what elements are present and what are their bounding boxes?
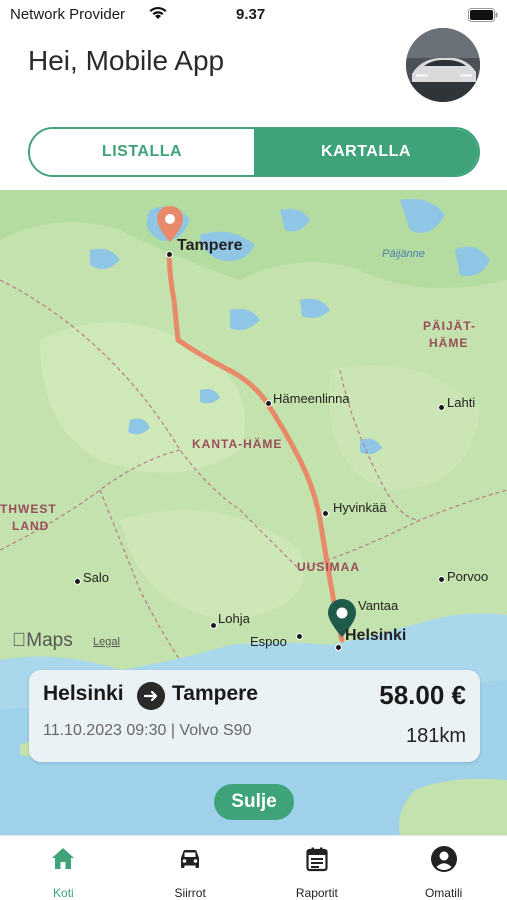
bottom-tab-bar: Koti Siirrot Raportit Omatili <box>0 835 507 900</box>
place-dot <box>74 578 81 585</box>
place-label: Hämeenlinna <box>273 391 350 406</box>
tab-account[interactable]: Omatili <box>380 836 507 900</box>
battery-icon <box>468 8 498 22</box>
place-label: Salo <box>83 570 110 585</box>
place-dot <box>265 400 272 407</box>
place-label: Espoo <box>250 634 287 649</box>
avatar[interactable] <box>406 28 480 102</box>
tab-label: Siirrot <box>174 886 206 900</box>
place-dot <box>296 633 303 640</box>
trip-distance: 181km <box>405 725 466 747</box>
tab-label: Omatili <box>424 886 463 900</box>
place-dot <box>438 404 445 411</box>
tab-map-view[interactable]: KARTALLA <box>254 129 478 175</box>
car-icon <box>181 850 200 868</box>
tab-label: Raportit <box>295 886 338 900</box>
place-label: Hyvinkää <box>333 500 387 515</box>
wifi-icon <box>149 6 167 19</box>
maps-attribution: Maps <box>12 630 73 651</box>
tab-reports[interactable]: Raportit <box>254 836 381 900</box>
place-label: Lahti <box>447 395 476 410</box>
greeting-title: Hei, Mobile App <box>28 45 225 76</box>
tab-home[interactable]: Koti <box>0 836 127 900</box>
trip-price: 58.00 € <box>379 680 466 710</box>
view-toggle: LISTALLA KARTALLA <box>28 127 480 177</box>
region-label: PÄIJÄT- <box>423 319 477 333</box>
place-dot <box>166 251 173 258</box>
region-label: UUSIMAA <box>297 560 360 574</box>
trip-origin: Helsinki <box>43 682 124 705</box>
tab-transfers[interactable]: Siirrot <box>127 836 254 900</box>
apple-icon:  <box>12 630 26 651</box>
account-icon <box>430 846 457 872</box>
place-dot <box>335 644 342 651</box>
place-label: Helsinki <box>345 627 407 644</box>
region-label: LAND <box>12 519 50 533</box>
place-label: Vantaa <box>358 598 399 613</box>
place-dot <box>322 510 329 517</box>
clock: 9.37 <box>236 6 266 23</box>
close-button[interactable]: Sulje <box>214 784 294 820</box>
lake-label: Päijänne <box>382 248 425 260</box>
report-icon <box>306 847 328 872</box>
place-dot <box>210 622 217 629</box>
home-icon <box>52 848 75 869</box>
region-label: THWEST <box>0 502 57 516</box>
legal-link[interactable]: Legal <box>93 636 120 648</box>
arrow-right-icon <box>137 682 165 710</box>
place-dot <box>438 576 445 583</box>
trip-card[interactable]: Helsinki Tampere 58.00 € 11.10.2023 09:3… <box>29 670 480 762</box>
tab-list-view[interactable]: LISTALLA <box>30 129 254 175</box>
tab-label: Koti <box>53 886 74 900</box>
trip-destination: Tampere <box>172 682 258 705</box>
trip-meta: 11.10.2023 09:30 | Volvo S90 <box>43 722 252 739</box>
carrier-name: Network Provider <box>10 6 126 23</box>
place-label: Porvoo <box>447 569 489 584</box>
place-label: Lohja <box>218 611 250 626</box>
region-label: KANTA-HÄME <box>192 437 283 451</box>
place-label: Tampere <box>177 237 243 254</box>
status-bar: Network Provider 9.37 <box>0 0 507 30</box>
region-label: HÄME <box>429 336 469 350</box>
car-photo <box>406 28 480 102</box>
